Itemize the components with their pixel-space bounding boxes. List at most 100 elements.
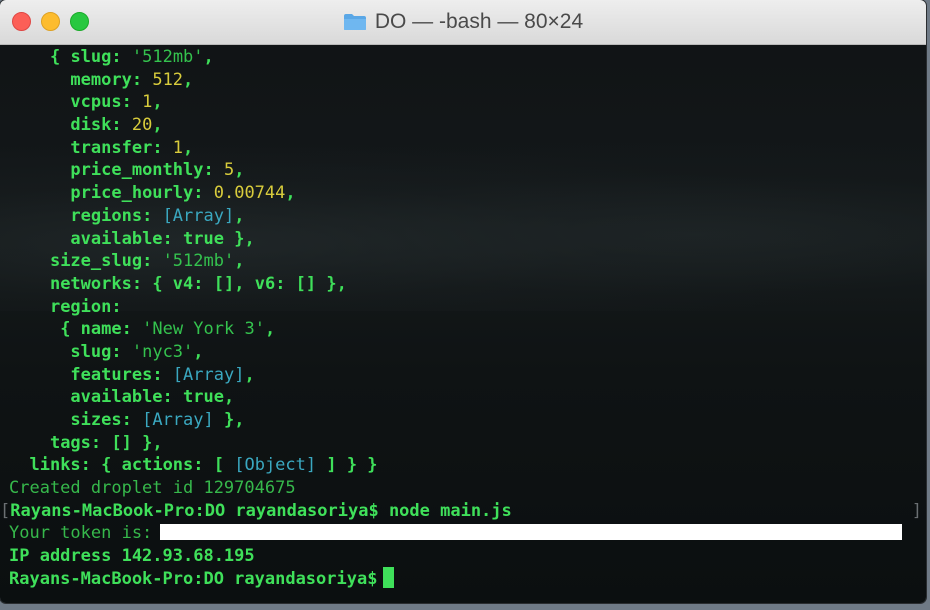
token-pun: : <box>162 228 184 249</box>
token-pun: : <box>203 160 224 181</box>
output-line: { slug: '512mb', <box>9 46 926 69</box>
token-num: 1 <box>172 137 184 158</box>
token-line: Your token is: <box>9 522 926 545</box>
token-pun: : <box>121 410 143 430</box>
token-pun: , <box>234 160 245 181</box>
zoom-button[interactable] <box>70 12 89 31</box>
token-pun: : <box>152 364 173 385</box>
token-pun: : <box>142 251 163 272</box>
terminal-window: DO — -bash — 80×24 { slug: '512mb', memo… <box>0 0 926 603</box>
token-pun: : <box>121 319 143 340</box>
output-line: memory: 512, <box>9 69 926 92</box>
output-line: sizes: [Array] }, <box>9 409 926 432</box>
token-pun: }, <box>223 228 255 249</box>
token-pun: , <box>152 115 163 136</box>
output-line: tags: [] }, <box>9 432 926 455</box>
token-pun: }, <box>213 410 245 430</box>
token-redaction <box>160 524 903 541</box>
token-pun: : <box>152 137 173 158</box>
token-arr: [Array] <box>142 410 214 430</box>
output-line: available: true, <box>9 386 926 409</box>
text-cursor <box>383 567 395 589</box>
output-line: links: { actions: [ [Object] ] } } <box>9 454 926 477</box>
token-pun: { <box>49 47 71 67</box>
token-arr: [Array] <box>162 205 235 226</box>
window-title: DO — -bash — 80×24 <box>374 10 584 33</box>
output-line: networks: { v4: [], v6: [] }, <box>9 273 926 296</box>
token-pun: , <box>234 251 245 272</box>
token-str: '512mb' <box>131 47 204 67</box>
output-line: size_slug: '512mb', <box>9 250 926 273</box>
token-pun: , <box>264 319 276 340</box>
token-pun: : <box>162 387 184 408</box>
token-pun: , <box>203 47 214 67</box>
minimize-button[interactable] <box>41 12 60 31</box>
token-str: 'New York 3' <box>142 319 265 340</box>
token-g: links <box>29 455 81 476</box>
token-pun: : <box>193 183 214 204</box>
token-pun: : [ <box>193 455 235 476</box>
output-line: price_monthly: 5, <box>9 159 926 182</box>
token-pun: : { <box>80 455 122 476</box>
token-g: features <box>70 364 153 385</box>
token-str: 'nyc3' <box>131 341 194 362</box>
terminal-output[interactable]: { slug: '512mb', memory: 512, vcpus: 1, … <box>0 46 926 603</box>
command-prompt-line: [Rayans-MacBook-Pro:DO rayandasoriya$ no… <box>0 500 922 521</box>
token-pun: , <box>223 387 235 408</box>
token-g: true <box>183 228 224 249</box>
token-g: region <box>49 296 112 317</box>
token-g: actions <box>121 455 194 476</box>
output-line: slug: 'nyc3', <box>9 341 926 364</box>
output-line: region: <box>9 296 926 319</box>
close-button[interactable] <box>12 12 31 31</box>
token-pun: : <box>111 47 132 67</box>
output-line: vcpus: 1, <box>9 91 926 114</box>
output-line: { name: 'New York 3', <box>9 318 926 341</box>
window-controls <box>12 12 89 31</box>
token-pun: , <box>193 341 204 362</box>
token-g: transfer <box>70 137 153 158</box>
token-g: tags <box>49 432 91 453</box>
token-pun: : <box>111 296 122 317</box>
token-pun: : <box>142 205 163 226</box>
token-num: 512 <box>152 69 184 90</box>
window-title-group: DO — -bash — 80×24 <box>343 10 583 34</box>
token-g: sizes <box>70 410 122 430</box>
token-arr: [Object] <box>234 455 317 476</box>
token-str: '512mb' <box>162 251 235 272</box>
token-pun: : <box>121 92 143 113</box>
token-g: available <box>70 228 163 249</box>
token-g: true <box>183 387 224 408</box>
final-prompt-line[interactable]: Rayans-MacBook-Pro:DO rayandasoriya$ <box>9 567 926 591</box>
token-arr: [Array] <box>172 364 245 385</box>
created-droplet-line: Created droplet id 129704675 <box>9 478 296 499</box>
token-pun: , <box>183 69 194 90</box>
scroll-bracket-right: ] <box>911 500 922 521</box>
token-g: disk <box>70 115 112 136</box>
output-line: price_hourly: 0.00744, <box>9 182 926 205</box>
title-bar[interactable]: DO — -bash — 80×24 <box>0 0 926 45</box>
token-num: 1 <box>142 92 153 113</box>
token-g: slug <box>70 341 112 362</box>
token-pun: : [], <box>193 273 255 294</box>
token-g: v4 <box>172 273 194 294</box>
token-g: price_hourly <box>70 183 194 204</box>
output-line: features: [Array], <box>9 364 926 387</box>
scroll-bracket-left: [ <box>0 500 11 521</box>
token-label: Your token is: <box>9 523 153 544</box>
